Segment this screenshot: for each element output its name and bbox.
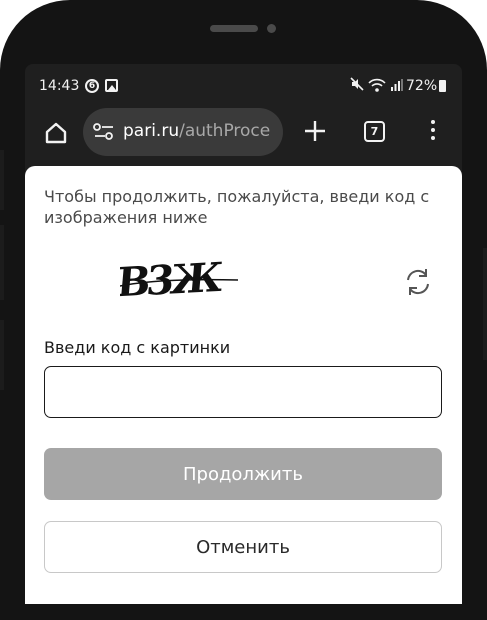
menu-dot-icon: [431, 128, 435, 132]
cancel-button[interactable]: Отменить: [44, 521, 442, 573]
side-button: [0, 150, 4, 210]
status-bar: 14:43 6 72%: [25, 64, 462, 108]
mute-icon: [350, 77, 364, 95]
power-button: [483, 248, 487, 360]
captcha-dialog: Чтобы продолжить, пожалуйста, введи код …: [25, 166, 462, 604]
home-button[interactable]: [43, 120, 71, 148]
more-menu-button[interactable]: [428, 120, 438, 144]
battery-percent: 72%: [406, 78, 438, 94]
refresh-icon: [407, 269, 429, 295]
plus-icon: [305, 121, 325, 141]
new-tab-button[interactable]: [302, 118, 328, 144]
signal-icon: [391, 79, 403, 95]
side-button: [0, 225, 4, 300]
refresh-captcha-button[interactable]: [402, 266, 434, 298]
earpiece-speaker: [210, 25, 258, 32]
phone-screen: 14:43 6 72% pari.ru/authProce 7 Чтобы пр…: [25, 64, 462, 604]
battery-icon: [439, 80, 446, 92]
url-bar[interactable]: pari.ru/authProce: [83, 108, 283, 156]
url-domain: pari.ru: [123, 121, 180, 141]
continue-button[interactable]: Продолжить: [44, 448, 442, 500]
phone-frame: 14:43 6 72% pari.ru/authProce 7 Чтобы пр…: [0, 0, 487, 620]
side-button: [0, 320, 4, 390]
captcha-code-input[interactable]: [44, 366, 442, 418]
browser-toolbar: pari.ru/authProce 7: [25, 108, 462, 164]
home-icon: [45, 122, 67, 144]
captcha-input-label: Введи код с картинки: [44, 338, 231, 357]
wifi-icon: [368, 77, 386, 97]
notification-badge-icon: 6: [85, 79, 99, 93]
captcha-image: B3Ж: [115, 254, 240, 306]
tab-switcher-button[interactable]: 7: [364, 121, 385, 142]
url-text: pari.ru/authProce: [123, 121, 270, 141]
front-camera: [267, 24, 276, 33]
site-settings-icon[interactable]: [93, 123, 115, 146]
url-path: /authProce: [179, 121, 271, 141]
status-time: 14:43: [39, 78, 80, 94]
image-notification-icon: [105, 79, 118, 92]
menu-dot-icon: [431, 120, 435, 124]
captcha-instruction: Чтобы продолжить, пожалуйста, введи код …: [44, 187, 430, 227]
menu-dot-icon: [431, 136, 435, 140]
captcha-text: B3Ж: [120, 256, 225, 301]
